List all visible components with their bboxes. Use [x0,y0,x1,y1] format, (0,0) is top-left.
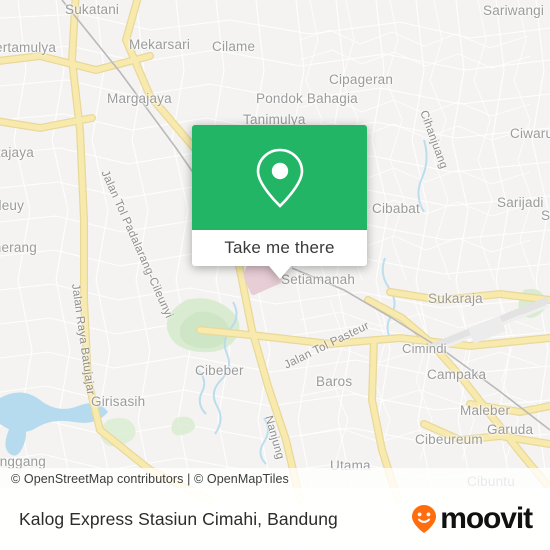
map-attribution-bar[interactable]: © OpenStreetMap contributors | © OpenMap… [0,468,550,490]
location-popup[interactable]: Take me there [192,125,367,279]
map-screen: Sukatani Sariwangi Mekarsari Cilame Cipagera… [0,0,550,550]
popup-action-bar[interactable]: Take me there [192,230,367,266]
footer-bar: Kalog Express Stasiun Cimahi, Bandung mo… [0,488,550,550]
page-title: Kalog Express Stasiun Cimahi, Bandung [19,508,338,529]
popup-pointer-tail [268,266,291,279]
map-pin-icon [256,148,303,208]
moovit-smiling-pin-icon [412,505,437,533]
moovit-wordmark: moovit [440,502,533,535]
moovit-logo[interactable]: moovit [409,502,533,535]
popup-header [192,125,367,230]
take-me-there-label: Take me there [224,238,335,257]
map-attribution-text: © OpenStreetMap contributors | © OpenMap… [11,472,289,486]
